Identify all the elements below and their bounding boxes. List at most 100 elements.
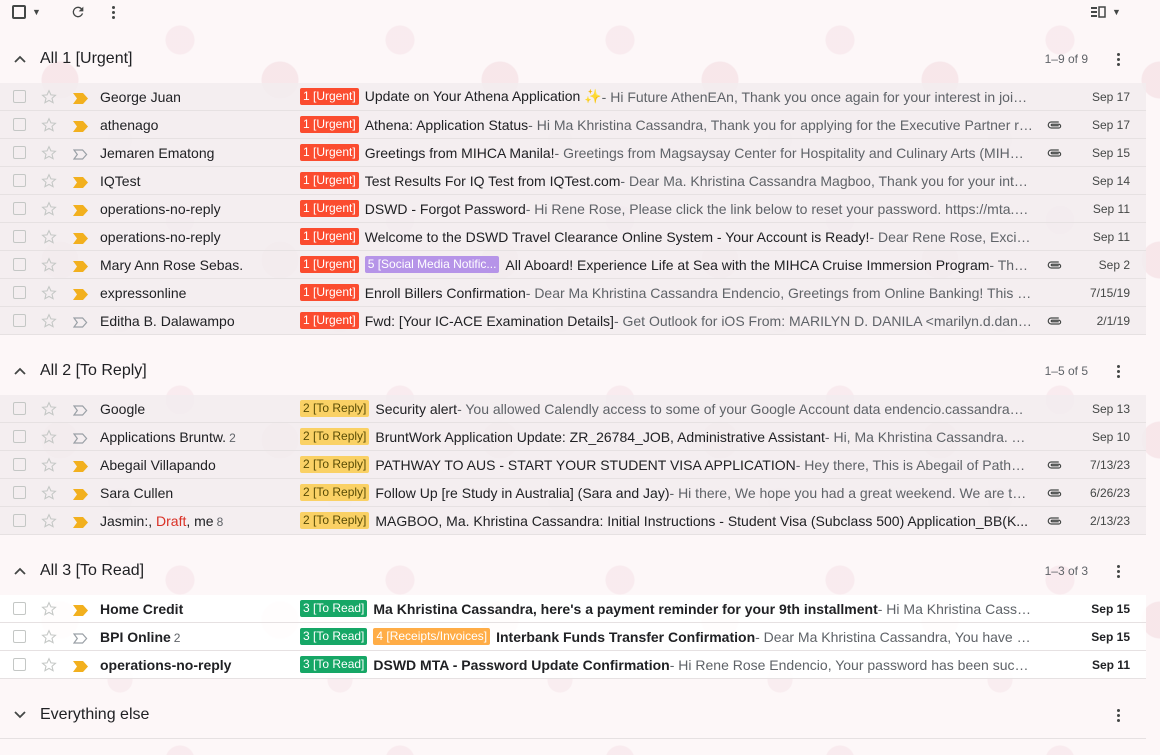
email-row[interactable]: Abegail Villapando 2 [To Reply] PATHWAY TO… [0,451,1146,479]
label-chip[interactable]: 3 [To Read] [300,656,368,673]
email-row[interactable]: operations-no-reply 1 [Urgent] DSWD - Forg… [0,195,1146,223]
chevron-up-icon[interactable] [0,55,40,63]
important-marker-icon[interactable] [73,459,88,472]
row-checkbox[interactable] [13,174,26,187]
label-chip[interactable]: 1 [Urgent] [300,256,359,273]
section-more-button[interactable] [1108,561,1128,581]
row-checkbox[interactable] [13,486,26,499]
row-checkbox[interactable] [13,286,26,299]
label-chip[interactable]: 1 [Urgent] [300,88,359,105]
label-chip[interactable]: 1 [Urgent] [300,284,359,301]
label-chip[interactable]: 1 [Urgent] [300,116,359,133]
row-checkbox[interactable] [13,118,26,131]
important-marker-icon[interactable] [73,487,88,500]
star-icon[interactable] [41,257,57,273]
section-title[interactable]: All 3 [To Read] [40,562,144,580]
label-chip[interactable]: 3 [To Read] [300,628,368,645]
chevron-down-icon[interactable] [0,711,40,719]
not-important-marker-icon[interactable] [72,431,88,444]
email-row[interactable]: expressonline 1 [Urgent] Enroll Billers Co… [0,279,1146,307]
star-icon[interactable] [41,89,57,105]
star-icon[interactable] [41,457,57,473]
caret-down-icon[interactable]: ▼ [32,7,41,17]
chevron-up-icon[interactable] [0,567,40,575]
star-icon[interactable] [41,513,57,529]
star-icon[interactable] [41,601,57,617]
email-row[interactable]: operations-no-reply 3 [To Read] DSWD MTA -… [0,651,1146,679]
email-row[interactable]: Sara Cullen 2 [To Reply] Follow Up [re Stu… [0,479,1146,507]
more-options-button[interactable] [112,2,115,22]
select-all-checkbox[interactable]: ▼ [12,2,41,22]
star-icon[interactable] [41,285,57,301]
star-icon[interactable] [41,485,57,501]
important-marker-icon[interactable] [73,119,88,132]
star-icon[interactable] [41,429,57,445]
email-row[interactable]: athenago 1 [Urgent] Athena: Application St… [0,111,1146,139]
email-row[interactable]: Mary Ann Rose Sebas. 1 [Urgent] 5 [Social … [0,251,1146,279]
label-chip[interactable]: 1 [Urgent] [300,312,359,329]
important-marker-icon[interactable] [73,231,88,244]
section-title[interactable]: All 1 [Urgent] [40,50,132,68]
row-checkbox[interactable] [13,146,26,159]
not-important-marker-icon[interactable] [72,403,88,416]
star-icon[interactable] [41,229,57,245]
email-row[interactable]: Editha B. Dalawampo 1 [Urgent] Fwd: [Your … [0,307,1146,335]
not-important-marker-icon[interactable] [72,147,88,160]
row-checkbox[interactable] [13,514,26,527]
email-row[interactable]: Applications Bruntw. 2 2 [To Reply] BruntWo… [0,423,1146,451]
important-marker-icon[interactable] [73,659,88,672]
star-icon[interactable] [41,313,57,329]
chevron-up-icon[interactable] [0,367,40,375]
row-checkbox[interactable] [13,430,26,443]
section-title[interactable]: Everything else [40,706,149,724]
label-chip[interactable]: 1 [Urgent] [300,200,359,217]
star-icon[interactable] [41,201,57,217]
row-checkbox[interactable] [13,258,26,271]
star-icon[interactable] [41,401,57,417]
important-marker-icon[interactable] [73,287,88,300]
important-marker-icon[interactable] [73,259,88,272]
row-checkbox[interactable] [13,630,26,643]
important-marker-icon[interactable] [73,91,88,104]
email-row[interactable]: BPI Online 2 3 [To Read] 4 [Receipts/Invoic… [0,623,1146,651]
label-chip[interactable]: 2 [To Reply] [300,512,370,529]
label-chip[interactable]: 5 [Social Media Notific... [364,256,500,273]
refresh-button[interactable] [70,2,86,22]
star-icon[interactable] [41,173,57,189]
not-important-marker-icon[interactable] [72,315,88,328]
split-pane-toggle[interactable]: ▼ [1090,2,1121,22]
email-row[interactable]: Jemaren Ematong 1 [Urgent] Greetings from … [0,139,1146,167]
important-marker-icon[interactable] [73,175,88,188]
row-checkbox[interactable] [13,458,26,471]
label-chip[interactable]: 1 [Urgent] [300,144,359,161]
row-checkbox[interactable] [13,658,26,671]
email-row[interactable]: George Juan 1 [Urgent] Update on Your Athe… [0,83,1146,111]
row-checkbox[interactable] [13,202,26,215]
label-chip[interactable]: 1 [Urgent] [300,172,359,189]
label-chip[interactable]: 1 [Urgent] [300,228,359,245]
star-icon[interactable] [41,117,57,133]
section-more-button[interactable] [1108,49,1128,69]
label-chip[interactable]: 2 [To Reply] [300,484,370,501]
row-checkbox[interactable] [13,402,26,415]
label-chip[interactable]: 2 [To Reply] [300,456,370,473]
row-checkbox[interactable] [13,602,26,615]
caret-down-icon[interactable]: ▼ [1112,7,1121,17]
section-title[interactable]: All 2 [To Reply] [40,362,147,380]
important-marker-icon[interactable] [73,515,88,528]
email-row[interactable]: operations-no-reply 1 [Urgent] Welcome to … [0,223,1146,251]
email-row[interactable]: Home Credit 3 [To Read] Ma Khristina Cassa… [0,595,1146,623]
star-icon[interactable] [41,629,57,645]
row-checkbox[interactable] [13,314,26,327]
email-row[interactable]: Jasmin:, Draft, me 8 2 [To Reply] MAGBOO, M… [0,507,1146,535]
row-checkbox[interactable] [13,230,26,243]
important-marker-icon[interactable] [73,603,88,616]
section-more-button[interactable] [1108,361,1128,381]
important-marker-icon[interactable] [73,203,88,216]
label-chip[interactable]: 2 [To Reply] [300,400,370,417]
label-chip[interactable]: 2 [To Reply] [300,428,370,445]
label-chip[interactable]: 3 [To Read] [300,600,368,617]
label-chip[interactable]: 4 [Receipts/Invoices] [373,628,491,645]
not-important-marker-icon[interactable] [72,631,88,644]
section-more-button[interactable] [1108,705,1128,725]
